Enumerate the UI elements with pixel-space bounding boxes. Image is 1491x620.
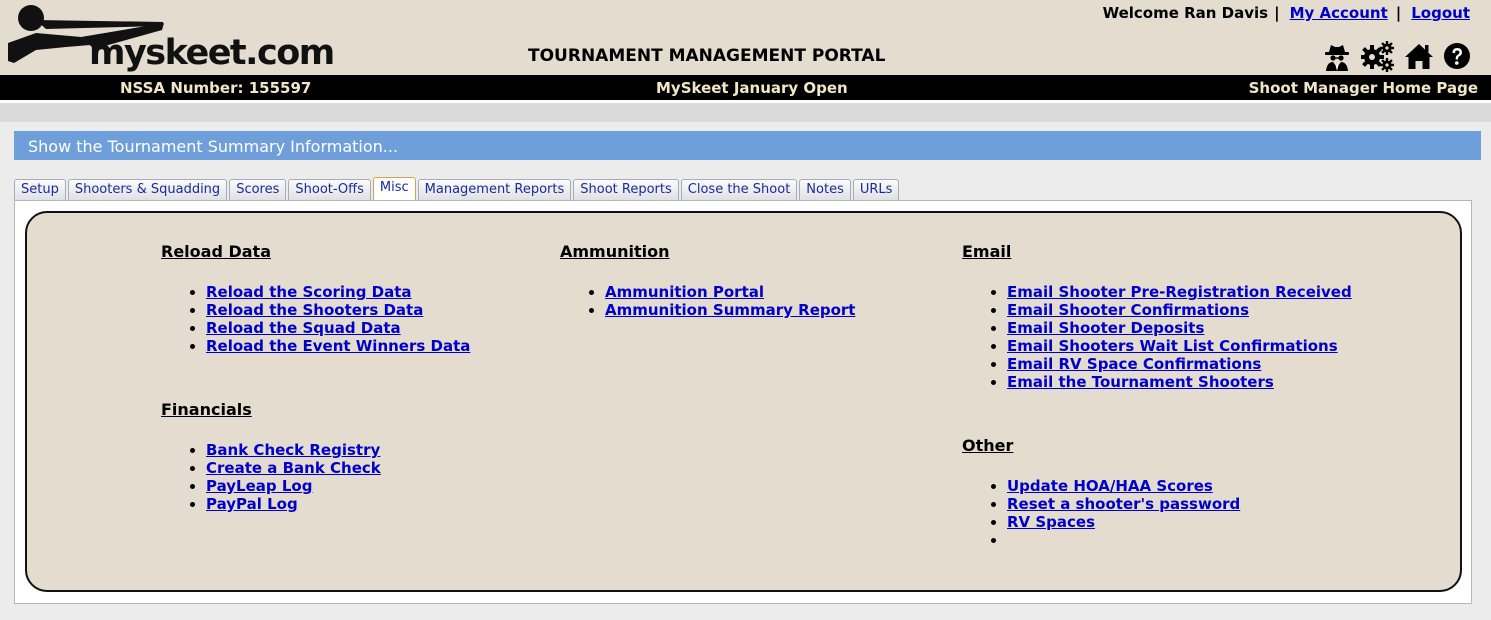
list-item: Reload the Shooters Data (206, 301, 470, 319)
summary-text: Show the Tournament Summary Information.… (28, 137, 399, 156)
reload-shooters-link[interactable]: Reload the Shooters Data (206, 301, 423, 319)
separator: | (1395, 4, 1402, 22)
tab-scores[interactable]: Scores (229, 179, 287, 201)
ammunition-heading: Ammunition (560, 242, 670, 261)
tournament-summary-toggle[interactable]: Show the Tournament Summary Information.… (14, 131, 1481, 160)
email-wait-list-link[interactable]: Email Shooters Wait List Confirmations (1007, 337, 1338, 355)
list-item: Email Shooter Confirmations (1007, 301, 1352, 319)
list-item: Email Shooter Pre-Registration Received (1007, 283, 1352, 301)
list-item: Update HOA/HAA Scores (1007, 477, 1240, 495)
logout-link[interactable]: Logout (1411, 4, 1470, 22)
page-header: myskeet.com TOURNAMENT MANAGEMENT PORTAL… (0, 0, 1491, 75)
other-heading: Other (962, 436, 1014, 455)
help-icon[interactable] (1443, 42, 1471, 70)
gears-icon[interactable] (1361, 40, 1395, 72)
tab-shoot-reports[interactable]: Shoot Reports (573, 179, 679, 201)
list-item: Reload the Scoring Data (206, 283, 470, 301)
tab-bar: Setup Shooters & Squadding Scores Shoot-… (14, 177, 900, 201)
separator: | (1274, 4, 1280, 22)
header-icons (1322, 40, 1471, 72)
reload-squad-link[interactable]: Reload the Squad Data (206, 319, 401, 337)
email-deposits-link[interactable]: Email Shooter Deposits (1007, 319, 1204, 337)
list-item: Bank Check Registry (206, 441, 381, 459)
reload-scoring-link[interactable]: Reload the Scoring Data (206, 283, 412, 301)
logo-text: myskeet.com (89, 33, 335, 73)
email-confirmations-link[interactable]: Email Shooter Confirmations (1007, 301, 1249, 319)
tab-misc[interactable]: Misc (372, 177, 416, 201)
create-bank-check-link[interactable]: Create a Bank Check (206, 459, 381, 477)
spy-icon[interactable] (1322, 41, 1352, 71)
financials-list: Bank Check Registry Create a Bank Check … (161, 441, 381, 513)
tab-setup[interactable]: Setup (14, 179, 66, 201)
nssa-number: NSSA Number: 155597 (120, 79, 312, 97)
reload-data-list: Reload the Scoring Data Reload the Shoot… (161, 283, 470, 355)
list-item: Create a Bank Check (206, 459, 381, 477)
tab-shoot-offs[interactable]: Shoot-Offs (288, 179, 371, 201)
tab-shooters-squadding[interactable]: Shooters & Squadding (67, 179, 228, 201)
home-icon[interactable] (1404, 42, 1434, 70)
email-rv-space-link[interactable]: Email RV Space Confirmations (1007, 355, 1261, 373)
misc-tab-panel: Reload Data Reload the Scoring Data Relo… (14, 200, 1472, 604)
welcome-text: Welcome Ran Davis (1102, 4, 1269, 22)
email-heading: Email (962, 242, 1012, 261)
list-item: PayPal Log (206, 495, 381, 513)
update-hoa-haa-link[interactable]: Update HOA/HAA Scores (1007, 477, 1213, 495)
tab-close-the-shoot[interactable]: Close the Shoot (680, 179, 798, 201)
list-item: Ammunition Portal (605, 283, 855, 301)
email-tournament-shooters-link[interactable]: Email the Tournament Shooters (1007, 373, 1274, 391)
financials-heading: Financials (161, 400, 252, 419)
ammunition-list: Ammunition Portal Ammunition Summary Rep… (560, 283, 855, 319)
email-preregistration-link[interactable]: Email Shooter Pre-Registration Received (1007, 283, 1352, 301)
info-bar: NSSA Number: 155597 MySkeet January Open… (0, 75, 1491, 100)
misc-links-box: Reload Data Reload the Scoring Data Relo… (25, 211, 1462, 592)
reload-event-winners-link[interactable]: Reload the Event Winners Data (206, 337, 470, 355)
list-item (1007, 531, 1240, 549)
list-item: Reload the Squad Data (206, 319, 470, 337)
list-item: PayLeap Log (206, 477, 381, 495)
portal-title: TOURNAMENT MANAGEMENT PORTAL (528, 46, 886, 66)
shoot-manager-home-link[interactable]: Shoot Manager Home Page (1249, 79, 1478, 97)
tab-management-reports[interactable]: Management Reports (417, 179, 572, 201)
reset-password-link[interactable]: Reset a shooter's password (1007, 495, 1240, 513)
list-item: Email Shooter Deposits (1007, 319, 1352, 337)
user-bar: Welcome Ran Davis | My Account | Logout (1103, 4, 1470, 22)
rv-spaces-link[interactable]: RV Spaces (1007, 513, 1095, 531)
list-item: Reset a shooter's password (1007, 495, 1240, 513)
email-list: Email Shooter Pre-Registration Received … (962, 283, 1352, 391)
list-item: Reload the Event Winners Data (206, 337, 470, 355)
paypal-log-link[interactable]: PayPal Log (206, 495, 298, 513)
my-account-link[interactable]: My Account (1290, 4, 1388, 22)
ammunition-summary-report-link[interactable]: Ammunition Summary Report (605, 301, 855, 319)
list-item: Email RV Space Confirmations (1007, 355, 1352, 373)
divider (0, 103, 1491, 122)
payleap-log-link[interactable]: PayLeap Log (206, 477, 312, 495)
list-item: Ammunition Summary Report (605, 301, 855, 319)
tab-notes[interactable]: Notes (799, 179, 851, 201)
list-item: RV Spaces (1007, 513, 1240, 531)
list-item: Email the Tournament Shooters (1007, 373, 1352, 391)
ammunition-portal-link[interactable]: Ammunition Portal (605, 283, 764, 301)
reload-data-heading: Reload Data (161, 242, 271, 261)
bank-check-registry-link[interactable]: Bank Check Registry (206, 441, 380, 459)
tab-urls[interactable]: URLs (852, 179, 900, 201)
shoot-name: MySkeet January Open (656, 79, 848, 97)
list-item: Email Shooters Wait List Confirmations (1007, 337, 1352, 355)
other-list: Update HOA/HAA Scores Reset a shooter's … (962, 477, 1240, 549)
myskeet-logo[interactable]: myskeet.com (6, 3, 335, 75)
